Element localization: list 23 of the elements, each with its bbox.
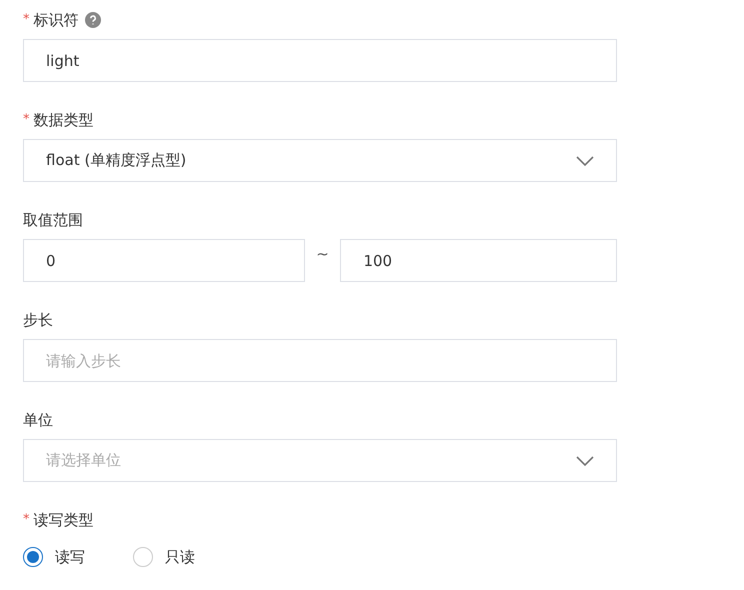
field-label: 步长 [23, 310, 53, 331]
radio-button[interactable] [23, 547, 43, 567]
text-field[interactable]: 请输入步长 [23, 339, 617, 382]
radio-label[interactable]: 读写 [55, 546, 85, 568]
placeholder-text: 请选择单位 [46, 450, 121, 472]
radio-label[interactable]: 只读 [165, 546, 195, 568]
required-mark: * [23, 11, 30, 30]
field-label: 标识符 [34, 10, 78, 31]
chevron-down-icon [576, 456, 594, 466]
required-mark: * [23, 511, 30, 530]
field-label: 取值范围 [23, 210, 83, 231]
field-value: float (单精度浮点型) [46, 150, 186, 172]
help-icon [84, 12, 100, 28]
field-label: 数据类型 [34, 110, 94, 131]
range-separator: ~ [315, 244, 330, 266]
min-field[interactable]: 0 [23, 239, 305, 282]
text-field[interactable]: light [23, 39, 617, 82]
field-label: 读写类型 [34, 510, 94, 531]
chevron-down-icon [576, 156, 594, 166]
max-field[interactable]: 100 [340, 239, 617, 282]
required-mark: * [23, 111, 30, 130]
select-field[interactable]: float (单精度浮点型) [23, 139, 617, 182]
field-label: 单位 [23, 410, 53, 431]
